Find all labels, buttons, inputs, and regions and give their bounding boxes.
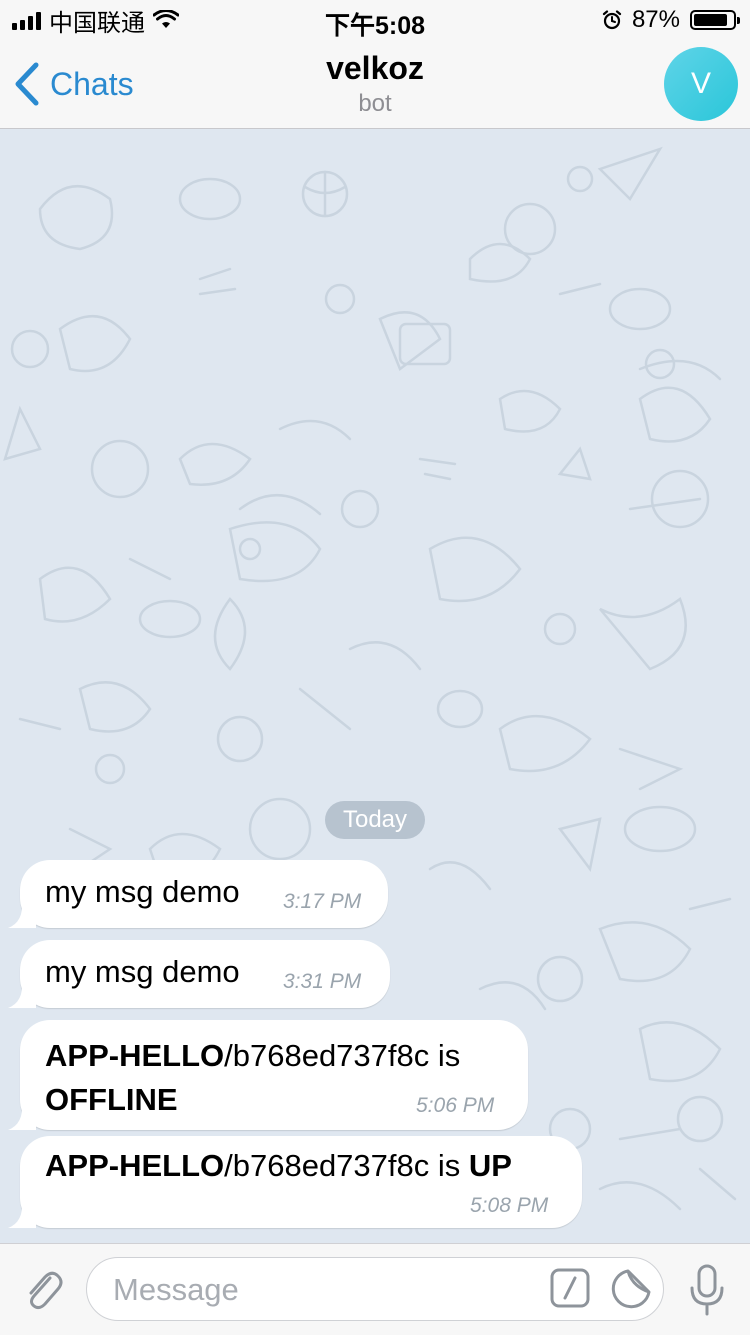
message-time: 5:08 PM — [470, 1194, 549, 1217]
status-bar: 中国联通 下午5:08 87% — [0, 0, 750, 40]
message-time: 3:31 PM — [283, 970, 362, 993]
chat-area[interactable]: Today my msg demo 3:17 PM my msg demo 3:… — [0, 129, 750, 1243]
app-name: APP-HELLO — [45, 1038, 225, 1073]
message-bubble[interactable]: my msg demo 3:17 PM — [8, 860, 388, 928]
message-time: 5:06 PM — [416, 1094, 495, 1117]
bubble-tail — [8, 1102, 36, 1130]
message-bubble[interactable]: my msg demo 3:31 PM — [8, 940, 390, 1008]
chat-title[interactable]: velkoz — [0, 50, 750, 87]
bubble-tail — [8, 1200, 36, 1228]
microphone-icon[interactable] — [688, 1264, 726, 1316]
message-bubble[interactable]: APP-HELLO/b768ed737f8c is UP 5:08 PM — [8, 1136, 582, 1228]
status-word: OFFLINE — [45, 1082, 178, 1117]
message-text: my msg demo — [45, 874, 240, 909]
message-input[interactable] — [111, 1266, 535, 1314]
message-text: my msg demo — [45, 954, 240, 989]
battery-percent: 87% — [631, 6, 680, 33]
status-word: UP — [468, 1148, 512, 1183]
sticker-icon[interactable] — [610, 1268, 652, 1310]
bubble-tail — [8, 900, 36, 928]
alarm-icon — [602, 10, 622, 30]
chat-subtitle: bot — [358, 90, 392, 117]
status-right: 87% — [602, 6, 740, 34]
paperclip-icon[interactable] — [20, 1266, 66, 1312]
message-field[interactable] — [86, 1257, 664, 1321]
battery-icon — [690, 10, 740, 30]
message-bubble[interactable]: APP-HELLO/b768ed737f8c is OFFLINE 5:06 P… — [8, 1020, 528, 1130]
message-text: APP-HELLO/b768ed737f8c is UP — [45, 1148, 512, 1184]
bot-command-icon[interactable] — [550, 1268, 590, 1308]
avatar[interactable]: V — [664, 47, 738, 121]
container-id: /b768ed737f8c is — [224, 1038, 461, 1073]
bubble-tail — [8, 980, 36, 1008]
app-name: APP-HELLO — [45, 1148, 225, 1183]
battery-fill — [694, 14, 728, 26]
container-id: /b768ed737f8c is — [224, 1148, 469, 1183]
date-separator: Today — [325, 801, 425, 839]
nav-bar: Chats velkoz bot V — [0, 40, 750, 129]
message-time: 3:17 PM — [283, 890, 362, 913]
input-bar — [0, 1243, 750, 1335]
